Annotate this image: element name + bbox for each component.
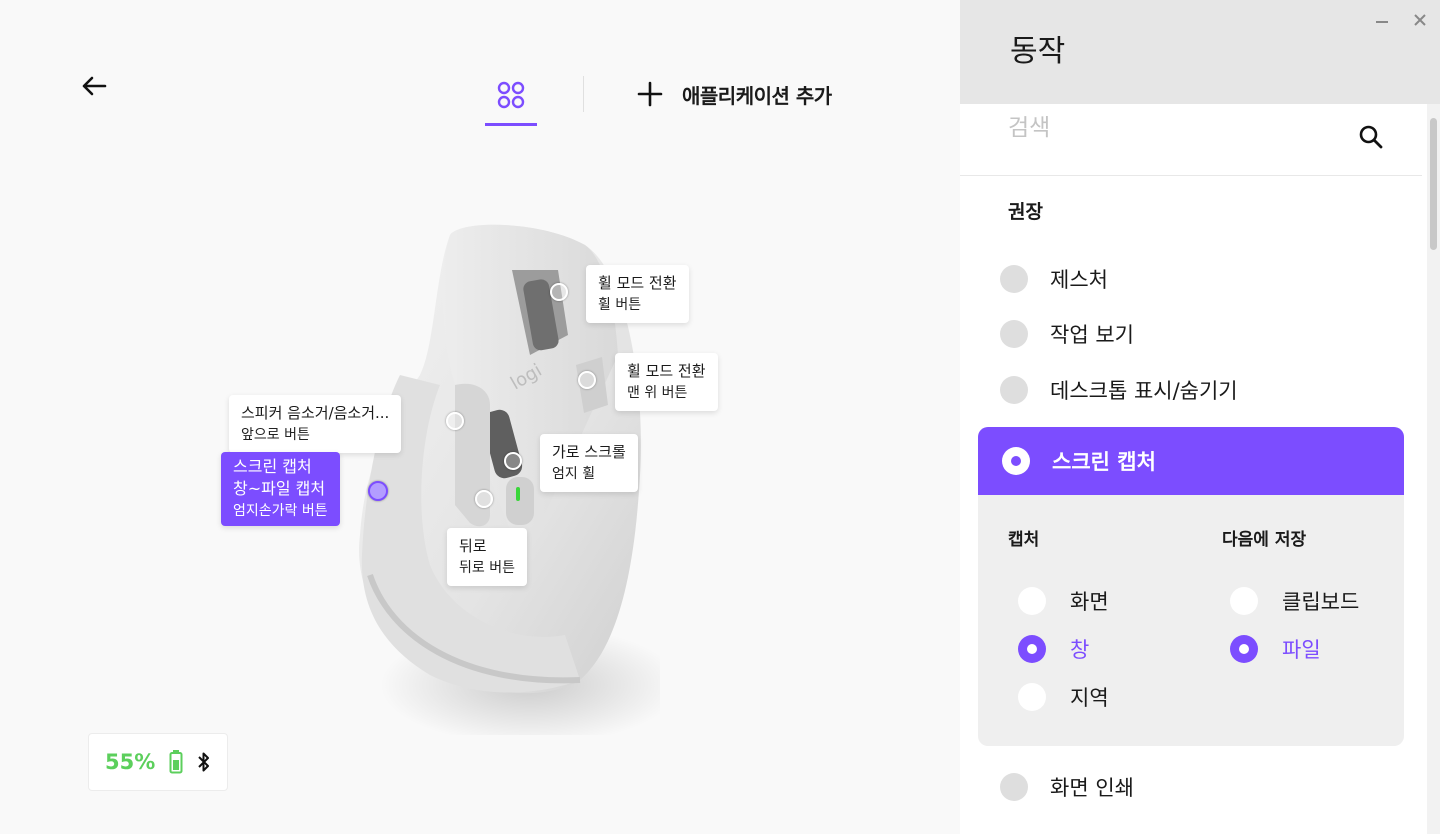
option-label: 파일	[1282, 638, 1321, 662]
save-option-clipboard[interactable]: 클립보드	[1230, 586, 1359, 616]
plus-icon	[637, 81, 663, 107]
callout-top-button[interactable]: 휠 모드 전환 맨 위 버튼	[615, 353, 718, 411]
device-status: 55%	[88, 733, 228, 791]
radio-button-selected	[1002, 447, 1030, 475]
arrow-left-icon	[82, 76, 107, 96]
callout-subtitle: 엄지 휠	[552, 466, 596, 482]
capture-option-screen[interactable]: 화면	[1018, 586, 1109, 616]
hotspot-back-button[interactable]	[475, 490, 493, 508]
scrollbar-thumb[interactable]	[1430, 118, 1437, 250]
capture-option-window[interactable]: 창	[1018, 634, 1089, 664]
tab-all-applications[interactable]	[485, 74, 537, 126]
action-item-print-screen[interactable]: 화면 인쇄	[1000, 765, 1400, 809]
add-application-button[interactable]: 애플리케이션 추가	[636, 78, 832, 110]
search-bar	[960, 104, 1422, 176]
hotspot-thumb-wheel[interactable]	[504, 452, 522, 470]
back-button[interactable]	[78, 70, 110, 102]
radio-button	[1230, 587, 1258, 615]
option-label: 창	[1070, 638, 1090, 662]
callout-title: 휠 모드 전환	[627, 362, 706, 380]
option-label: 화면	[1070, 590, 1109, 614]
panel-header: 동작	[960, 0, 1440, 104]
radio-button	[1018, 683, 1046, 711]
battery-icon	[169, 750, 183, 774]
action-label: 제스처	[1050, 268, 1108, 292]
radio-button	[1000, 773, 1028, 801]
callout-title: 스피커 음소거/음소거...	[241, 404, 390, 422]
option-label: 클립보드	[1282, 590, 1360, 614]
callout-title: 뒤로	[459, 537, 487, 555]
radio-button	[1000, 376, 1028, 404]
radio-button-selected	[1230, 635, 1258, 663]
callout-thumb-button[interactable]: 스크린 캡처 창~파일 캡처 엄지손가락 버튼	[221, 452, 340, 526]
callout-subtitle: 엄지손가락 버튼	[233, 503, 328, 519]
callout-back-button[interactable]: 뒤로 뒤로 버튼	[447, 528, 527, 586]
callout-thumb-wheel[interactable]: 가로 스크롤 엄지 휠	[540, 434, 638, 492]
radio-button	[1000, 265, 1028, 293]
add-application-label: 애플리케이션 추가	[682, 83, 832, 108]
bluetooth-icon	[198, 752, 210, 772]
device-config-area: 애플리케이션 추가 logi 휠 모드 전환 휠 버튼 휠 모드 전환 맨 위 …	[0, 0, 960, 834]
option-label: 지역	[1070, 686, 1109, 710]
hotspot-forward-button[interactable]	[446, 412, 464, 430]
search-icon[interactable]	[1358, 124, 1384, 150]
radio-button	[1000, 320, 1028, 348]
capture-option-region[interactable]: 지역	[1018, 682, 1109, 712]
callout-wheel-button[interactable]: 휠 모드 전환 휠 버튼	[586, 265, 689, 323]
minimize-button[interactable]	[1370, 8, 1394, 32]
callout-subtitle: 뒤로 버튼	[459, 560, 515, 576]
callout-subtitle: 휠 버튼	[598, 297, 642, 313]
callout-action: 창~파일 캡처	[233, 479, 326, 498]
action-label: 화면 인쇄	[1050, 776, 1134, 800]
search-input[interactable]	[1008, 108, 1348, 148]
callout-title: 가로 스크롤	[552, 443, 626, 461]
action-label: 스크린 캡처	[1052, 450, 1156, 474]
action-label: 데스크톱 표시/숨기기	[1050, 379, 1238, 403]
close-button[interactable]	[1408, 8, 1432, 32]
action-item-task-view[interactable]: 작업 보기	[1000, 312, 1400, 356]
capture-options-title: 캡처	[1008, 530, 1040, 550]
minimize-icon	[1376, 21, 1388, 23]
action-label: 작업 보기	[1050, 323, 1134, 347]
action-item-screen-capture: 스크린 캡처 캡처 다음에 저장 화면 창 지역 클립보드 파일	[978, 427, 1404, 746]
section-title-recommended: 권장	[1008, 201, 1043, 223]
close-icon	[1414, 14, 1426, 26]
save-options-title: 다음에 저장	[1222, 530, 1307, 550]
callout-title: 휠 모드 전환	[598, 274, 677, 292]
tab-active-indicator	[485, 123, 537, 126]
scrollbar[interactable]	[1427, 104, 1440, 834]
panel-title: 동작	[1010, 34, 1066, 69]
apps-grid-icon	[497, 81, 525, 109]
action-item-gesture[interactable]: 제스처	[1000, 257, 1400, 301]
save-option-file[interactable]: 파일	[1230, 634, 1321, 664]
hotspot-thumb-button[interactable]	[368, 481, 388, 501]
callout-title: 스크린 캡처	[233, 457, 312, 476]
callout-subtitle: 맨 위 버튼	[627, 385, 688, 401]
callout-subtitle: 앞으로 버튼	[241, 427, 310, 443]
radio-button-selected	[1018, 635, 1046, 663]
callout-forward-button[interactable]: 스피커 음소거/음소거... 앞으로 버튼	[229, 395, 402, 453]
action-item-show-desktop[interactable]: 데스크톱 표시/숨기기	[1000, 368, 1400, 412]
battery-percent: 55%	[105, 750, 156, 774]
screen-capture-header[interactable]: 스크린 캡처	[978, 427, 1404, 495]
tab-divider	[583, 76, 584, 112]
hotspot-top-button[interactable]	[578, 371, 596, 389]
radio-button	[1018, 587, 1046, 615]
hotspot-wheel-button[interactable]	[550, 283, 568, 301]
